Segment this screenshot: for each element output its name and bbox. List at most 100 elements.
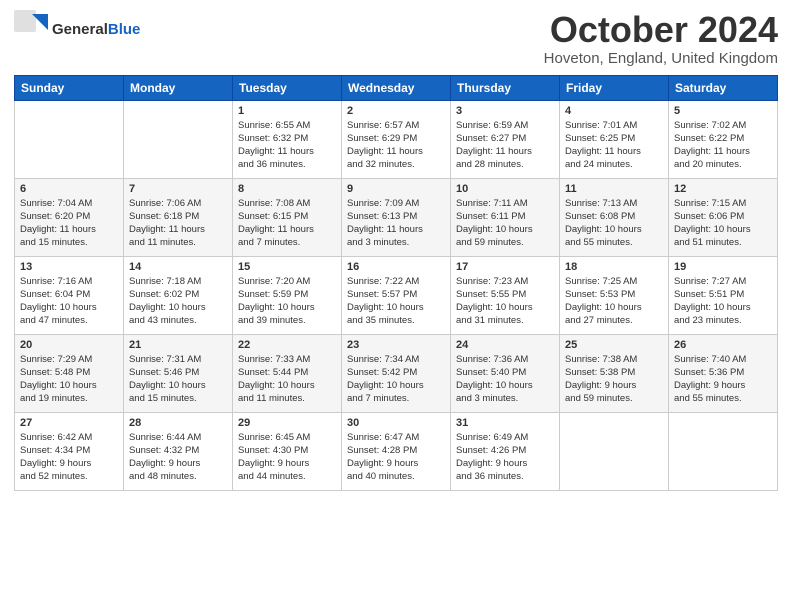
day-number: 2 [347, 105, 445, 117]
day-info: Sunrise: 6:49 AM Sunset: 4:26 PM Dayligh… [456, 431, 554, 484]
weekday-header: Tuesday [233, 75, 342, 100]
calendar-week-row: 27Sunrise: 6:42 AM Sunset: 4:34 PM Dayli… [15, 412, 778, 490]
calendar-cell: 6Sunrise: 7:04 AM Sunset: 6:20 PM Daylig… [15, 178, 124, 256]
day-number: 11 [565, 183, 663, 195]
day-number: 9 [347, 183, 445, 195]
day-number: 28 [129, 417, 227, 429]
day-number: 15 [238, 261, 336, 273]
weekday-header: Thursday [451, 75, 560, 100]
day-number: 22 [238, 339, 336, 351]
calendar-table: SundayMondayTuesdayWednesdayThursdayFrid… [14, 75, 778, 491]
calendar-cell: 19 Sunrise: 7:27 AM Sunset: 5:51 PM Dayli… [669, 256, 778, 334]
day-info: Sunrise: 6:57 AM Sunset: 6:29 PM Dayligh… [347, 119, 445, 172]
day-info: Sunrise: 6:45 AM Sunset: 4:30 PM Dayligh… [238, 431, 336, 484]
calendar-cell: 14 Sunrise: 7:18 AM Sunset: 6:02 PM Dayli… [124, 256, 233, 334]
day-number: 23 [347, 339, 445, 351]
day-number: 5 [674, 105, 772, 117]
calendar-cell: 20Sunrise: 7:29 AM Sunset: 5:48 PM Dayli… [15, 334, 124, 412]
day-number: 4 [565, 105, 663, 117]
calendar-cell: 22Sunrise: 7:33 AM Sunset: 5:44 PM Dayli… [233, 334, 342, 412]
day-info: Sunrise: 6:44 AM Sunset: 4:32 PM Dayligh… [129, 431, 227, 484]
calendar-week-row: 1 Sunrise: 6:55 AM Sunset: 6:32 PM Daylig… [15, 100, 778, 178]
day-info: Sunrise: 7:15 AM Sunset: 6:06 PM Dayligh… [674, 197, 772, 250]
calendar-cell: 30Sunrise: 6:47 AM Sunset: 4:28 PM Dayli… [342, 412, 451, 490]
day-number: 29 [238, 417, 336, 429]
day-info: Sunrise: 7:23 AM Sunset: 5:55 PM Dayligh… [456, 275, 554, 328]
day-info: Sunrise: 7:40 AM Sunset: 5:36 PM Dayligh… [674, 353, 772, 406]
logo-icon [14, 10, 50, 46]
day-number: 6 [20, 183, 118, 195]
calendar-cell: 16 Sunrise: 7:22 AM Sunset: 5:57 PM Dayli… [342, 256, 451, 334]
day-info: Sunrise: 7:08 AM Sunset: 6:15 PM Dayligh… [238, 197, 336, 250]
day-info: Sunrise: 6:55 AM Sunset: 6:32 PM Dayligh… [238, 119, 336, 172]
header: GeneralBlue October 2024 Hoveton, Englan… [14, 10, 778, 67]
day-number: 16 [347, 261, 445, 273]
month-title: October 2024 [544, 10, 778, 50]
day-number: 24 [456, 339, 554, 351]
calendar-cell: 13 Sunrise: 7:16 AM Sunset: 6:04 PM Dayli… [15, 256, 124, 334]
calendar-cell: 9Sunrise: 7:09 AM Sunset: 6:13 PM Daylig… [342, 178, 451, 256]
day-number: 13 [20, 261, 118, 273]
day-number: 8 [238, 183, 336, 195]
calendar-header-row: SundayMondayTuesdayWednesdayThursdayFrid… [15, 75, 778, 100]
weekday-header: Monday [124, 75, 233, 100]
weekday-header: Saturday [669, 75, 778, 100]
day-info: Sunrise: 7:22 AM Sunset: 5:57 PM Dayligh… [347, 275, 445, 328]
calendar-cell: 4 Sunrise: 7:01 AM Sunset: 6:25 PM Daylig… [560, 100, 669, 178]
calendar-cell: 3Sunrise: 6:59 AM Sunset: 6:27 PM Daylig… [451, 100, 560, 178]
calendar-cell: 10Sunrise: 7:11 AM Sunset: 6:11 PM Dayli… [451, 178, 560, 256]
day-number: 14 [129, 261, 227, 273]
calendar-cell: 25 Sunrise: 7:38 AM Sunset: 5:38 PM Dayli… [560, 334, 669, 412]
calendar-cell [15, 100, 124, 178]
day-number: 1 [238, 105, 336, 117]
calendar-cell: 2 Sunrise: 6:57 AM Sunset: 6:29 PM Daylig… [342, 100, 451, 178]
day-info: Sunrise: 7:31 AM Sunset: 5:46 PM Dayligh… [129, 353, 227, 406]
calendar-page: GeneralBlue October 2024 Hoveton, Englan… [0, 0, 792, 501]
calendar-cell [124, 100, 233, 178]
day-info: Sunrise: 7:06 AM Sunset: 6:18 PM Dayligh… [129, 197, 227, 250]
calendar-cell: 31 Sunrise: 6:49 AM Sunset: 4:26 PM Dayli… [451, 412, 560, 490]
day-info: Sunrise: 7:20 AM Sunset: 5:59 PM Dayligh… [238, 275, 336, 328]
day-number: 7 [129, 183, 227, 195]
day-info: Sunrise: 7:34 AM Sunset: 5:42 PM Dayligh… [347, 353, 445, 406]
weekday-header: Sunday [15, 75, 124, 100]
calendar-cell: 1 Sunrise: 6:55 AM Sunset: 6:32 PM Daylig… [233, 100, 342, 178]
weekday-header: Wednesday [342, 75, 451, 100]
calendar-cell: 27Sunrise: 6:42 AM Sunset: 4:34 PM Dayli… [15, 412, 124, 490]
calendar-cell: 23 Sunrise: 7:34 AM Sunset: 5:42 PM Dayli… [342, 334, 451, 412]
calendar-week-row: 6Sunrise: 7:04 AM Sunset: 6:20 PM Daylig… [15, 178, 778, 256]
day-number: 20 [20, 339, 118, 351]
weekday-header: Friday [560, 75, 669, 100]
calendar-week-row: 13 Sunrise: 7:16 AM Sunset: 6:04 PM Dayli… [15, 256, 778, 334]
calendar-cell: 5 Sunrise: 7:02 AM Sunset: 6:22 PM Daylig… [669, 100, 778, 178]
day-number: 12 [674, 183, 772, 195]
day-number: 18 [565, 261, 663, 273]
day-info: Sunrise: 7:38 AM Sunset: 5:38 PM Dayligh… [565, 353, 663, 406]
calendar-cell: 17Sunrise: 7:23 AM Sunset: 5:55 PM Dayli… [451, 256, 560, 334]
day-info: Sunrise: 7:16 AM Sunset: 6:04 PM Dayligh… [20, 275, 118, 328]
calendar-cell: 11 Sunrise: 7:13 AM Sunset: 6:08 PM Dayli… [560, 178, 669, 256]
day-number: 25 [565, 339, 663, 351]
calendar-cell: 24Sunrise: 7:36 AM Sunset: 5:40 PM Dayli… [451, 334, 560, 412]
calendar-cell [669, 412, 778, 490]
day-number: 26 [674, 339, 772, 351]
day-number: 31 [456, 417, 554, 429]
calendar-cell: 15 Sunrise: 7:20 AM Sunset: 5:59 PM Dayli… [233, 256, 342, 334]
logo-general: General [52, 21, 108, 38]
calendar-cell: 21 Sunrise: 7:31 AM Sunset: 5:46 PM Dayli… [124, 334, 233, 412]
day-number: 21 [129, 339, 227, 351]
day-info: Sunrise: 6:59 AM Sunset: 6:27 PM Dayligh… [456, 119, 554, 172]
day-info: Sunrise: 7:18 AM Sunset: 6:02 PM Dayligh… [129, 275, 227, 328]
logo-blue: Blue [108, 21, 141, 38]
day-number: 19 [674, 261, 772, 273]
calendar-cell: 29 Sunrise: 6:45 AM Sunset: 4:30 PM Dayli… [233, 412, 342, 490]
day-info: Sunrise: 7:02 AM Sunset: 6:22 PM Dayligh… [674, 119, 772, 172]
day-info: Sunrise: 7:25 AM Sunset: 5:53 PM Dayligh… [565, 275, 663, 328]
calendar-cell: 8 Sunrise: 7:08 AM Sunset: 6:15 PM Daylig… [233, 178, 342, 256]
calendar-cell: 28 Sunrise: 6:44 AM Sunset: 4:32 PM Dayli… [124, 412, 233, 490]
day-info: Sunrise: 7:13 AM Sunset: 6:08 PM Dayligh… [565, 197, 663, 250]
day-info: Sunrise: 7:27 AM Sunset: 5:51 PM Dayligh… [674, 275, 772, 328]
day-number: 27 [20, 417, 118, 429]
calendar-cell: 12 Sunrise: 7:15 AM Sunset: 6:06 PM Dayli… [669, 178, 778, 256]
day-info: Sunrise: 7:01 AM Sunset: 6:25 PM Dayligh… [565, 119, 663, 172]
